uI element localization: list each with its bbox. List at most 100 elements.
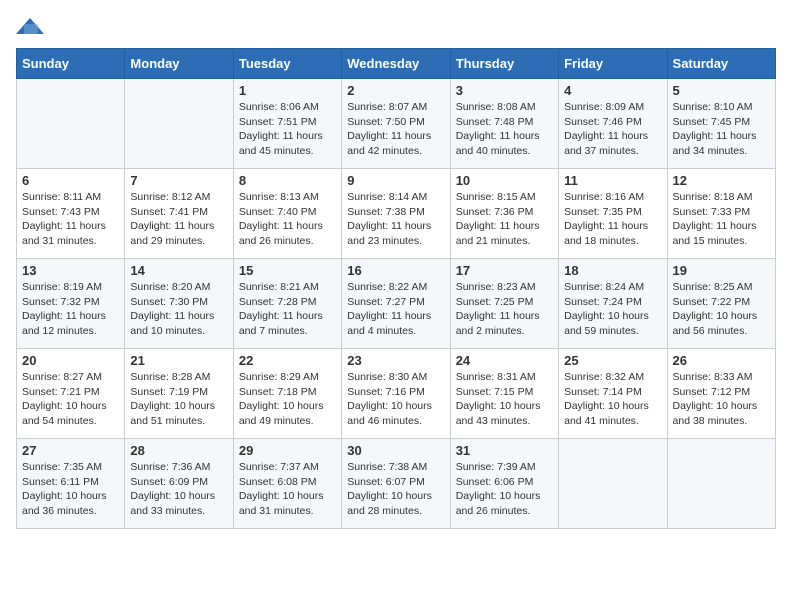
weekday-header-sunday: Sunday [17,49,125,79]
day-number: 6 [22,173,119,188]
day-info: Sunrise: 7:36 AMSunset: 6:09 PMDaylight:… [130,460,227,519]
day-info: Sunrise: 8:30 AMSunset: 7:16 PMDaylight:… [347,370,444,429]
day-info: Sunrise: 8:20 AMSunset: 7:30 PMDaylight:… [130,280,227,339]
weekday-header-row: SundayMondayTuesdayWednesdayThursdayFrid… [17,49,776,79]
day-info: Sunrise: 8:08 AMSunset: 7:48 PMDaylight:… [456,100,553,159]
day-number: 16 [347,263,444,278]
calendar-week-2: 6 Sunrise: 8:11 AMSunset: 7:43 PMDaylight… [17,169,776,259]
calendar-cell: 30Sunrise: 7:38 AMSunset: 6:07 PMDayligh… [342,439,450,529]
weekday-header-monday: Monday [125,49,233,79]
day-number: 21 [130,353,227,368]
calendar-cell: 1Sunrise: 8:06 AMSunset: 7:51 PMDaylight… [233,79,341,169]
day-number: 2 [347,83,444,98]
day-info: Sunrise: 8:14 AMSunset: 7:38 PMDaylight:… [347,190,444,249]
day-info: Sunrise: 8:33 AMSunset: 7:12 PMDaylight:… [673,370,770,429]
calendar-week-5: 27Sunrise: 7:35 AMSunset: 6:11 PMDayligh… [17,439,776,529]
day-number: 3 [456,83,553,98]
calendar-cell: 29 Sunrise: 7:37 AMSunset: 6:08 PMDayligh… [233,439,341,529]
day-number: 13 [22,263,119,278]
day-info: Sunrise: 7:37 AMSunset: 6:08 PMDaylight:… [239,460,336,519]
calendar-cell: 5 Sunrise: 8:10 AMSunset: 7:45 PMDaylight… [667,79,775,169]
calendar-cell: 18 Sunrise: 8:24 AMSunset: 7:24 PMDayligh… [559,259,667,349]
calendar-cell: 11Sunrise: 8:16 AMSunset: 7:35 PMDayligh… [559,169,667,259]
calendar-cell: 12Sunrise: 8:18 AMSunset: 7:33 PMDayligh… [667,169,775,259]
day-number: 5 [673,83,770,98]
day-number: 8 [239,173,336,188]
calendar-cell: 2 Sunrise: 8:07 AMSunset: 7:50 PMDaylight… [342,79,450,169]
calendar-cell: 21 Sunrise: 8:28 AMSunset: 7:19 PMDayligh… [125,349,233,439]
calendar-cell: 3 Sunrise: 8:08 AMSunset: 7:48 PMDaylight… [450,79,558,169]
day-info: Sunrise: 8:21 AMSunset: 7:28 PMDaylight:… [239,280,336,339]
day-number: 20 [22,353,119,368]
calendar-cell: 23 Sunrise: 8:30 AMSunset: 7:16 PMDayligh… [342,349,450,439]
day-info: Sunrise: 8:27 AMSunset: 7:21 PMDaylight:… [22,370,119,429]
day-number: 25 [564,353,661,368]
day-number: 12 [673,173,770,188]
day-info: Sunrise: 8:29 AMSunset: 7:18 PMDaylight:… [239,370,336,429]
calendar-cell [559,439,667,529]
day-info: Sunrise: 8:15 AMSunset: 7:36 PMDaylight:… [456,190,553,249]
day-number: 10 [456,173,553,188]
day-number: 31 [456,443,553,458]
calendar-cell: 16 Sunrise: 8:22 AMSunset: 7:27 PMDayligh… [342,259,450,349]
day-info: Sunrise: 8:11 AMSunset: 7:43 PMDaylight:… [22,190,119,249]
day-info: Sunrise: 8:23 AMSunset: 7:25 PMDaylight:… [456,280,553,339]
calendar-cell [125,79,233,169]
weekday-header-tuesday: Tuesday [233,49,341,79]
day-number: 30 [347,443,444,458]
day-number: 26 [673,353,770,368]
calendar-cell: 26 Sunrise: 8:33 AMSunset: 7:12 PMDayligh… [667,349,775,439]
day-info: Sunrise: 8:10 AMSunset: 7:45 PMDaylight:… [673,100,770,159]
calendar-cell: 9 Sunrise: 8:14 AMSunset: 7:38 PMDaylight… [342,169,450,259]
day-number: 18 [564,263,661,278]
calendar-cell: 19Sunrise: 8:25 AMSunset: 7:22 PMDayligh… [667,259,775,349]
day-info: Sunrise: 8:12 AMSunset: 7:41 PMDaylight:… [130,190,227,249]
day-number: 9 [347,173,444,188]
calendar-week-1: 1Sunrise: 8:06 AMSunset: 7:51 PMDaylight… [17,79,776,169]
day-info: Sunrise: 8:07 AMSunset: 7:50 PMDaylight:… [347,100,444,159]
calendar-cell: 22 Sunrise: 8:29 AMSunset: 7:18 PMDayligh… [233,349,341,439]
calendar-cell: 8 Sunrise: 8:13 AMSunset: 7:40 PMDaylight… [233,169,341,259]
day-number: 14 [130,263,227,278]
day-number: 28 [130,443,227,458]
logo [16,16,48,38]
day-info: Sunrise: 8:13 AMSunset: 7:40 PMDaylight:… [239,190,336,249]
calendar-cell: 28 Sunrise: 7:36 AMSunset: 6:09 PMDayligh… [125,439,233,529]
day-info: Sunrise: 8:31 AMSunset: 7:15 PMDaylight:… [456,370,553,429]
calendar-body: 1Sunrise: 8:06 AMSunset: 7:51 PMDaylight… [17,79,776,529]
calendar-table: SundayMondayTuesdayWednesdayThursdayFrid… [16,48,776,529]
day-number: 4 [564,83,661,98]
day-number: 24 [456,353,553,368]
calendar-cell: 17 Sunrise: 8:23 AMSunset: 7:25 PMDayligh… [450,259,558,349]
calendar-cell: 27Sunrise: 7:35 AMSunset: 6:11 PMDayligh… [17,439,125,529]
calendar-cell: 6 Sunrise: 8:11 AMSunset: 7:43 PMDaylight… [17,169,125,259]
day-info: Sunrise: 8:19 AMSunset: 7:32 PMDaylight:… [22,280,119,339]
calendar-cell: 20 Sunrise: 8:27 AMSunset: 7:21 PMDayligh… [17,349,125,439]
day-info: Sunrise: 8:24 AMSunset: 7:24 PMDaylight:… [564,280,661,339]
day-info: Sunrise: 7:39 AMSunset: 6:06 PMDaylight:… [456,460,553,519]
day-info: Sunrise: 8:28 AMSunset: 7:19 PMDaylight:… [130,370,227,429]
logo-icon [16,16,44,38]
calendar-cell [667,439,775,529]
day-number: 23 [347,353,444,368]
calendar-cell: 25Sunrise: 8:32 AMSunset: 7:14 PMDayligh… [559,349,667,439]
day-number: 22 [239,353,336,368]
calendar-cell: 15Sunrise: 8:21 AMSunset: 7:28 PMDayligh… [233,259,341,349]
weekday-header-thursday: Thursday [450,49,558,79]
calendar-cell: 31 Sunrise: 7:39 AMSunset: 6:06 PMDayligh… [450,439,558,529]
day-info: Sunrise: 8:06 AMSunset: 7:51 PMDaylight:… [239,100,336,159]
calendar-cell: 14 Sunrise: 8:20 AMSunset: 7:30 PMDayligh… [125,259,233,349]
day-number: 27 [22,443,119,458]
day-number: 7 [130,173,227,188]
day-info: Sunrise: 8:22 AMSunset: 7:27 PMDaylight:… [347,280,444,339]
calendar-cell: 13 Sunrise: 8:19 AMSunset: 7:32 PMDayligh… [17,259,125,349]
weekday-header-wednesday: Wednesday [342,49,450,79]
day-number: 11 [564,173,661,188]
calendar-week-4: 20 Sunrise: 8:27 AMSunset: 7:21 PMDayligh… [17,349,776,439]
day-number: 17 [456,263,553,278]
day-number: 29 [239,443,336,458]
day-number: 19 [673,263,770,278]
calendar-cell: 7 Sunrise: 8:12 AMSunset: 7:41 PMDaylight… [125,169,233,259]
calendar-cell [17,79,125,169]
calendar-cell: 4Sunrise: 8:09 AMSunset: 7:46 PMDaylight… [559,79,667,169]
